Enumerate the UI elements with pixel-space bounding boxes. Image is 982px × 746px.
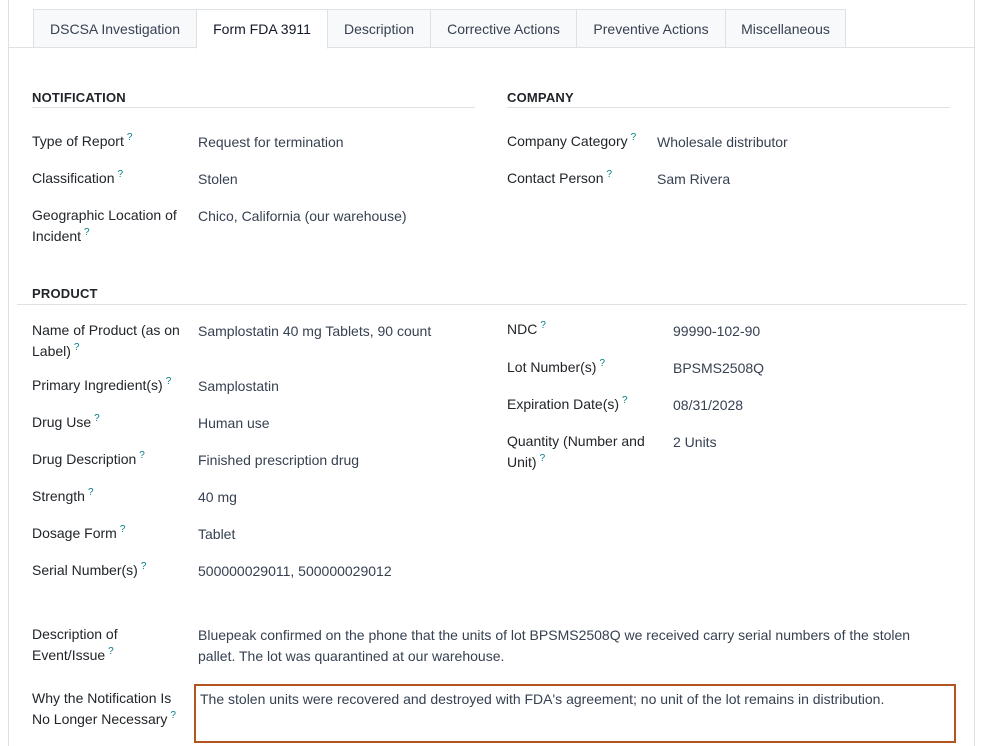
tab-form-fda-3911[interactable]: Form FDA 3911 <box>196 9 328 49</box>
drug-use-field[interactable]: Human use <box>198 413 270 434</box>
drug-description-label: Drug Description? <box>32 450 145 467</box>
expiration-date-field[interactable]: 08/31/2028 <box>673 395 743 416</box>
help-icon[interactable]: ? <box>84 227 90 238</box>
geographic-location-label: Geographic Location of Incident? <box>32 207 177 244</box>
dosage-form-field[interactable]: Tablet <box>198 524 235 545</box>
product-name-label: Name of Product (as on Label)? <box>32 322 180 359</box>
strength-field[interactable]: 40 mg <box>198 487 237 508</box>
tab-corrective-actions[interactable]: Corrective Actions <box>430 9 577 48</box>
help-icon[interactable]: ? <box>141 561 147 572</box>
notification-divider <box>32 107 475 108</box>
contact-person-field[interactable]: Sam Rivera <box>657 169 730 190</box>
drug-use-label: Drug Use? <box>32 413 100 430</box>
help-icon[interactable]: ? <box>117 169 123 180</box>
help-icon[interactable]: ? <box>94 413 100 424</box>
description-event-label: Description of Event/Issue? <box>32 626 118 663</box>
help-icon[interactable]: ? <box>139 450 145 461</box>
help-icon[interactable]: ? <box>607 169 613 180</box>
type-of-report-label: Type of Report? <box>32 132 133 149</box>
description-event-field[interactable]: Bluepeak confirmed on the phone that the… <box>198 625 948 667</box>
lot-numbers-label: Lot Number(s)? <box>507 358 606 375</box>
company-category-label: Company Category? <box>507 132 637 149</box>
company-divider <box>507 107 950 108</box>
help-icon[interactable]: ? <box>120 524 126 535</box>
lot-numbers-field[interactable]: BPSMS2508Q <box>673 358 764 379</box>
why-not-necessary-label: Why the Notification Is No Longer Necessa… <box>32 690 176 727</box>
dosage-form-label: Dosage Form? <box>32 524 126 541</box>
company-category-field[interactable]: Wholesale distributor <box>657 132 788 153</box>
help-icon[interactable]: ? <box>631 132 637 143</box>
product-section-title: PRODUCT <box>32 286 98 301</box>
quantity-label: Quantity (Number and Unit)? <box>507 433 645 470</box>
tab-dscsa-investigation[interactable]: DSCSA Investigation <box>33 9 197 48</box>
contact-person-label: Contact Person? <box>507 169 613 186</box>
help-icon[interactable]: ? <box>88 487 94 498</box>
help-icon[interactable]: ? <box>170 710 176 721</box>
classification-label: Classification? <box>32 169 124 186</box>
company-section-title: COMPANY <box>507 90 574 105</box>
primary-ingredient-field[interactable]: Samplostatin <box>198 376 279 397</box>
notification-section-title: NOTIFICATION <box>32 90 126 105</box>
help-icon[interactable]: ? <box>540 453 546 464</box>
primary-ingredient-label: Primary Ingredient(s)? <box>32 376 172 393</box>
tab-miscellaneous[interactable]: Miscellaneous <box>725 9 846 48</box>
ndc-label: NDC? <box>507 320 546 337</box>
ndc-field[interactable]: 99990-102-90 <box>673 321 760 342</box>
classification-field[interactable]: Stolen <box>198 169 238 190</box>
strength-label: Strength? <box>32 487 94 504</box>
tab-description[interactable]: Description <box>327 9 431 48</box>
help-icon[interactable]: ? <box>622 395 628 406</box>
product-name-field[interactable]: Samplostatin 40 mg Tablets, 90 count <box>198 321 431 342</box>
help-icon[interactable]: ? <box>166 376 172 387</box>
tab-preventive-actions[interactable]: Preventive Actions <box>576 9 726 48</box>
help-icon[interactable]: ? <box>540 320 546 331</box>
product-divider <box>17 304 967 305</box>
form-sheet: DSCSA Investigation Form FDA 3911 Descri… <box>8 0 975 746</box>
type-of-report-field[interactable]: Request for termination <box>198 132 344 153</box>
serial-numbers-field[interactable]: 500000029011, 500000029012 <box>198 561 392 582</box>
geographic-location-field[interactable]: Chico, California (our warehouse) <box>198 206 407 227</box>
drug-description-field[interactable]: Finished prescription drug <box>198 450 359 471</box>
tab-bar: DSCSA Investigation Form FDA 3911 Descri… <box>9 9 974 49</box>
help-icon[interactable]: ? <box>127 132 133 143</box>
help-icon[interactable]: ? <box>108 646 114 657</box>
help-icon[interactable]: ? <box>74 342 80 353</box>
serial-numbers-label: Serial Number(s)? <box>32 561 147 578</box>
quantity-field[interactable]: 2 Units <box>673 432 717 453</box>
help-icon[interactable]: ? <box>599 358 605 369</box>
why-not-necessary-textarea[interactable]: The stolen units were recovered and dest… <box>194 684 956 743</box>
expiration-date-label: Expiration Date(s)? <box>507 395 628 412</box>
